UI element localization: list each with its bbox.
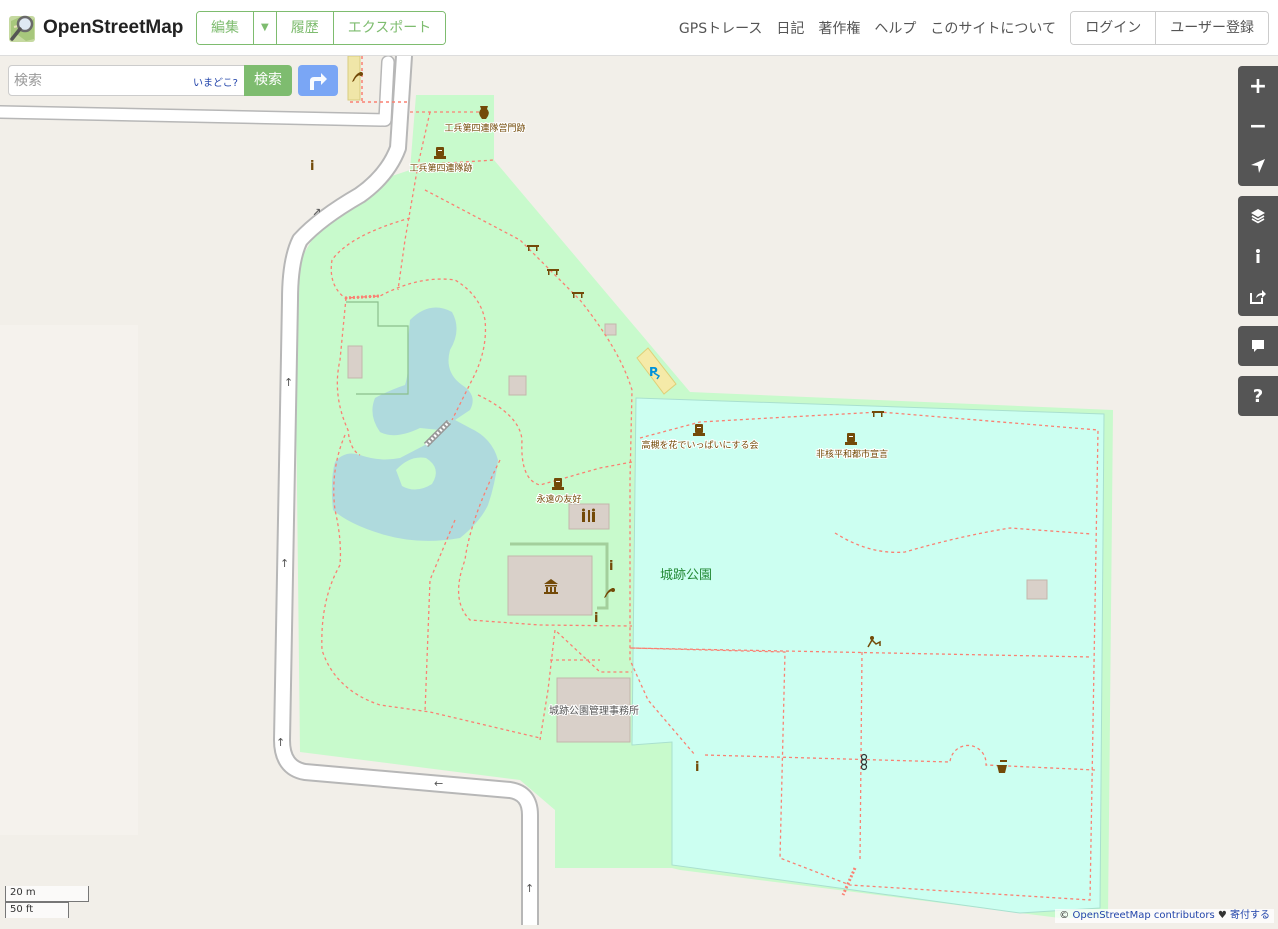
- note-controls: [1238, 326, 1278, 366]
- share-button[interactable]: [1238, 276, 1278, 316]
- site-header: OpenStreetMap 編集 ▼ 履歴 エクスポート GPSトレース 日記 …: [0, 0, 1278, 56]
- add-note-button[interactable]: [1238, 326, 1278, 366]
- site-logo-text: OpenStreetMap: [43, 17, 184, 38]
- layers-button[interactable]: [1238, 196, 1278, 236]
- map-svg[interactable]: → ↑ ↑ ↑ ← ↑ i i i i P 工兵第四連隊営門跡 工兵第四連隊跡 …: [0, 47, 1278, 929]
- label-regiment-site: 工兵第四連隊跡: [409, 162, 472, 174]
- information-icon[interactable]: i: [695, 760, 699, 775]
- where-am-i-link[interactable]: いまどこ?: [193, 74, 238, 89]
- svg-text:i: i: [609, 559, 613, 574]
- zoom-controls: + −: [1238, 66, 1278, 186]
- info-icon: [1256, 249, 1260, 263]
- label-peace-declaration: 非核平和都市宣言: [816, 448, 888, 460]
- layers-icon: [1251, 209, 1265, 224]
- edit-button-group: 編集 ▼ 履歴 エクスポート: [196, 11, 447, 45]
- heart-icon: ♥: [1214, 910, 1230, 921]
- information-icon[interactable]: i: [594, 611, 598, 626]
- oneway-arrow-icon: ↑: [276, 736, 285, 749]
- scale-imperial: 50 ft: [5, 902, 69, 918]
- nav-about[interactable]: このサイトについて: [930, 18, 1056, 38]
- label-park-name: 城跡公園: [660, 567, 712, 583]
- search-button[interactable]: 検索: [244, 65, 292, 96]
- query-features-button[interactable]: ?: [1238, 376, 1278, 416]
- map-canvas[interactable]: → ↑ ↑ ↑ ← ↑ i i i i P 工兵第四連隊営門跡 工兵第四連隊跡 …: [0, 47, 1278, 929]
- layer-controls: [1238, 196, 1278, 316]
- information-icon[interactable]: i: [310, 159, 314, 174]
- search-input[interactable]: [14, 72, 164, 90]
- svg-text:i: i: [695, 760, 699, 775]
- scale-metric: 20 m: [5, 886, 89, 902]
- question-mark-icon: ?: [1252, 385, 1264, 407]
- svg-text:i: i: [594, 611, 598, 626]
- nav-help[interactable]: ヘルプ: [874, 18, 916, 38]
- nav-gps-traces[interactable]: GPSトレース: [679, 18, 762, 38]
- plus-icon: +: [1248, 73, 1268, 99]
- directions-button[interactable]: [298, 65, 338, 96]
- osm-contributors-link[interactable]: OpenStreetMap contributors: [1072, 910, 1214, 921]
- zoom-in-button[interactable]: +: [1238, 66, 1278, 106]
- edit-button[interactable]: 編集: [197, 12, 254, 44]
- location-arrow-icon: [1251, 159, 1265, 173]
- history-button[interactable]: 履歴: [276, 12, 334, 44]
- label-gate-site: 工兵第四連隊営門跡: [444, 122, 525, 134]
- oneway-arrow-icon: ←: [434, 777, 443, 790]
- search-form: いまどこ?: [8, 65, 245, 96]
- donate-link[interactable]: 寄付する: [1230, 910, 1270, 921]
- auth-button-group: ログイン ユーザー登録: [1070, 11, 1269, 45]
- svg-text:i: i: [310, 159, 314, 174]
- zoom-out-button[interactable]: −: [1238, 106, 1278, 146]
- osm-logo-icon: [9, 15, 35, 42]
- login-button[interactable]: ログイン: [1071, 12, 1157, 44]
- attribution-prefix: ©: [1059, 910, 1073, 921]
- oneway-arrow-icon: ↑: [525, 882, 534, 895]
- map-attribution: © OpenStreetMap contributors ♥ 寄付する: [1055, 909, 1274, 923]
- site-logo[interactable]: OpenStreetMap: [8, 12, 183, 44]
- geolocate-button[interactable]: [1238, 146, 1278, 186]
- toilets-icon[interactable]: [582, 508, 595, 523]
- secondary-nav: GPSトレース 日記 著作権 ヘルプ このサイトについて: [665, 18, 1056, 38]
- minus-icon: −: [1248, 113, 1268, 139]
- information-icon[interactable]: i: [609, 559, 613, 574]
- map-scale: 20 m 50 ft: [5, 886, 89, 918]
- nav-copyright[interactable]: 著作権: [818, 18, 860, 38]
- label-park-office: 城跡公園管理事務所: [549, 704, 639, 717]
- comment-icon: [1252, 340, 1264, 352]
- label-flower-society: 高槻を花でいっぱいにする会: [641, 439, 758, 451]
- parking-icon[interactable]: P: [649, 365, 661, 380]
- map-key-button[interactable]: [1238, 236, 1278, 276]
- nav-diary[interactable]: 日記: [776, 18, 804, 38]
- help-controls: ?: [1238, 376, 1278, 416]
- oneway-arrow-icon: ↑: [280, 557, 289, 570]
- directions-icon: [310, 72, 327, 90]
- svg-text:P: P: [649, 365, 658, 379]
- signup-button[interactable]: ユーザー登録: [1156, 12, 1268, 44]
- export-button[interactable]: エクスポート: [333, 12, 446, 44]
- edit-dropdown-caret-icon[interactable]: ▼: [254, 12, 277, 44]
- share-icon: [1250, 290, 1266, 304]
- label-eternal-friendship: 永遠の友好: [536, 493, 581, 505]
- oneway-arrow-icon: ↑: [284, 376, 293, 389]
